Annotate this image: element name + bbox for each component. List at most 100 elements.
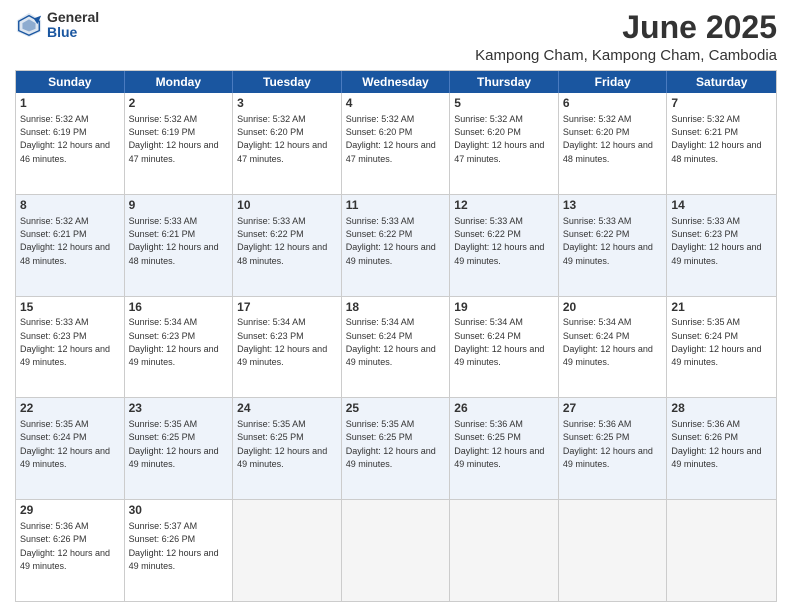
location-title: Kampong Cham, Kampong Cham, Cambodia xyxy=(475,47,777,64)
weekday-header: Tuesday xyxy=(233,71,342,93)
calendar-cell: 22 Sunrise: 5:35 AM Sunset: 6:24 PM Dayli… xyxy=(16,398,125,499)
month-title: June 2025 xyxy=(475,10,777,45)
weekday-header: Thursday xyxy=(450,71,559,93)
logo-icon xyxy=(15,11,43,39)
cell-info: Sunrise: 5:35 AM Sunset: 6:25 PM Dayligh… xyxy=(129,419,219,469)
day-number: 25 xyxy=(346,401,446,417)
cell-info: Sunrise: 5:32 AM Sunset: 6:20 PM Dayligh… xyxy=(346,114,436,164)
cell-info: Sunrise: 5:32 AM Sunset: 6:20 PM Dayligh… xyxy=(237,114,327,164)
calendar-cell: 19Sunrise: 5:34 AM Sunset: 6:24 PM Dayli… xyxy=(450,297,559,398)
calendar-cell: 20Sunrise: 5:34 AM Sunset: 6:24 PM Dayli… xyxy=(559,297,668,398)
calendar: SundayMondayTuesdayWednesdayThursdayFrid… xyxy=(15,70,777,602)
day-number: 11 xyxy=(346,198,446,214)
day-number: 17 xyxy=(237,300,337,316)
calendar-cell: 14 Sunrise: 5:33 AM Sunset: 6:23 PM Dayli… xyxy=(667,195,776,296)
calendar-cell: 17Sunrise: 5:34 AM Sunset: 6:23 PM Dayli… xyxy=(233,297,342,398)
day-number: 3 xyxy=(237,96,337,112)
day-number: 27 xyxy=(563,401,663,417)
logo-general-text: General xyxy=(47,10,99,25)
calendar-cell: 24Sunrise: 5:35 AM Sunset: 6:25 PM Dayli… xyxy=(233,398,342,499)
calendar-cell: 30 Sunrise: 5:37 AM Sunset: 6:26 PM Dayli… xyxy=(125,500,234,601)
calendar-cell: 8 Sunrise: 5:32 AM Sunset: 6:21 PM Daylig… xyxy=(16,195,125,296)
calendar-cell: 27Sunrise: 5:36 AM Sunset: 6:25 PM Dayli… xyxy=(559,398,668,499)
day-number: 8 xyxy=(20,198,120,214)
day-number: 15 xyxy=(20,300,120,316)
calendar-body: 1 Sunrise: 5:32 AM Sunset: 6:19 PM Daylig… xyxy=(16,93,776,601)
cell-info: Sunrise: 5:34 AM Sunset: 6:23 PM Dayligh… xyxy=(129,317,219,367)
cell-info: Sunrise: 5:36 AM Sunset: 6:26 PM Dayligh… xyxy=(671,419,761,469)
day-number: 5 xyxy=(454,96,554,112)
cell-info: Sunrise: 5:32 AM Sunset: 6:19 PM Dayligh… xyxy=(20,114,110,164)
calendar-cell: 7 Sunrise: 5:32 AM Sunset: 6:21 PM Daylig… xyxy=(667,93,776,194)
calendar-cell xyxy=(233,500,342,601)
calendar-cell: 15Sunrise: 5:33 AM Sunset: 6:23 PM Dayli… xyxy=(16,297,125,398)
calendar-cell xyxy=(342,500,451,601)
day-number: 20 xyxy=(563,300,663,316)
cell-info: Sunrise: 5:32 AM Sunset: 6:19 PM Dayligh… xyxy=(129,114,219,164)
calendar-header: SundayMondayTuesdayWednesdayThursdayFrid… xyxy=(16,71,776,93)
cell-info: Sunrise: 5:37 AM Sunset: 6:26 PM Dayligh… xyxy=(129,521,219,571)
cell-info: Sunrise: 5:34 AM Sunset: 6:24 PM Dayligh… xyxy=(346,317,436,367)
cell-info: Sunrise: 5:32 AM Sunset: 6:21 PM Dayligh… xyxy=(671,114,761,164)
title-block: June 2025 Kampong Cham, Kampong Cham, Ca… xyxy=(475,10,777,64)
cell-info: Sunrise: 5:33 AM Sunset: 6:22 PM Dayligh… xyxy=(237,216,327,266)
calendar-cell: 5Sunrise: 5:32 AM Sunset: 6:20 PM Daylig… xyxy=(450,93,559,194)
calendar-cell: 16Sunrise: 5:34 AM Sunset: 6:23 PM Dayli… xyxy=(125,297,234,398)
cell-info: Sunrise: 5:33 AM Sunset: 6:23 PM Dayligh… xyxy=(671,216,761,266)
calendar-row: 1 Sunrise: 5:32 AM Sunset: 6:19 PM Daylig… xyxy=(16,93,776,195)
weekday-header: Sunday xyxy=(16,71,125,93)
day-number: 9 xyxy=(129,198,229,214)
header: General Blue June 2025 Kampong Cham, Kam… xyxy=(15,10,777,64)
day-number: 14 xyxy=(671,198,772,214)
day-number: 2 xyxy=(129,96,229,112)
cell-info: Sunrise: 5:33 AM Sunset: 6:23 PM Dayligh… xyxy=(20,317,110,367)
cell-info: Sunrise: 5:32 AM Sunset: 6:21 PM Dayligh… xyxy=(20,216,110,266)
calendar-cell: 26 Sunrise: 5:36 AM Sunset: 6:25 PM Dayli… xyxy=(450,398,559,499)
calendar-cell: 21Sunrise: 5:35 AM Sunset: 6:24 PM Dayli… xyxy=(667,297,776,398)
cell-info: Sunrise: 5:36 AM Sunset: 6:25 PM Dayligh… xyxy=(454,419,544,469)
day-number: 7 xyxy=(671,96,772,112)
cell-info: Sunrise: 5:36 AM Sunset: 6:26 PM Dayligh… xyxy=(20,521,110,571)
calendar-cell: 23Sunrise: 5:35 AM Sunset: 6:25 PM Dayli… xyxy=(125,398,234,499)
calendar-cell xyxy=(559,500,668,601)
calendar-cell: 2 Sunrise: 5:32 AM Sunset: 6:19 PM Daylig… xyxy=(125,93,234,194)
day-number: 21 xyxy=(671,300,772,316)
day-number: 28 xyxy=(671,401,772,417)
day-number: 22 xyxy=(20,401,120,417)
cell-info: Sunrise: 5:32 AM Sunset: 6:20 PM Dayligh… xyxy=(563,114,653,164)
day-number: 12 xyxy=(454,198,554,214)
calendar-cell: 1 Sunrise: 5:32 AM Sunset: 6:19 PM Daylig… xyxy=(16,93,125,194)
logo: General Blue xyxy=(15,10,99,41)
weekday-header: Saturday xyxy=(667,71,776,93)
calendar-cell: 10Sunrise: 5:33 AM Sunset: 6:22 PM Dayli… xyxy=(233,195,342,296)
calendar-row: 22 Sunrise: 5:35 AM Sunset: 6:24 PM Dayli… xyxy=(16,398,776,500)
calendar-cell xyxy=(667,500,776,601)
weekday-header: Monday xyxy=(125,71,234,93)
weekday-header: Friday xyxy=(559,71,668,93)
cell-info: Sunrise: 5:33 AM Sunset: 6:22 PM Dayligh… xyxy=(346,216,436,266)
cell-info: Sunrise: 5:35 AM Sunset: 6:24 PM Dayligh… xyxy=(20,419,110,469)
cell-info: Sunrise: 5:34 AM Sunset: 6:24 PM Dayligh… xyxy=(563,317,653,367)
cell-info: Sunrise: 5:33 AM Sunset: 6:22 PM Dayligh… xyxy=(563,216,653,266)
calendar-row: 8 Sunrise: 5:32 AM Sunset: 6:21 PM Daylig… xyxy=(16,195,776,297)
day-number: 26 xyxy=(454,401,554,417)
logo-text: General Blue xyxy=(47,10,99,41)
weekday-header: Wednesday xyxy=(342,71,451,93)
cell-info: Sunrise: 5:34 AM Sunset: 6:23 PM Dayligh… xyxy=(237,317,327,367)
day-number: 19 xyxy=(454,300,554,316)
calendar-cell: 3 Sunrise: 5:32 AM Sunset: 6:20 PM Daylig… xyxy=(233,93,342,194)
calendar-cell: 29 Sunrise: 5:36 AM Sunset: 6:26 PM Dayli… xyxy=(16,500,125,601)
cell-info: Sunrise: 5:35 AM Sunset: 6:25 PM Dayligh… xyxy=(237,419,327,469)
day-number: 16 xyxy=(129,300,229,316)
calendar-cell: 18Sunrise: 5:34 AM Sunset: 6:24 PM Dayli… xyxy=(342,297,451,398)
calendar-cell xyxy=(450,500,559,601)
cell-info: Sunrise: 5:33 AM Sunset: 6:22 PM Dayligh… xyxy=(454,216,544,266)
day-number: 18 xyxy=(346,300,446,316)
day-number: 1 xyxy=(20,96,120,112)
cell-info: Sunrise: 5:35 AM Sunset: 6:24 PM Dayligh… xyxy=(671,317,761,367)
day-number: 4 xyxy=(346,96,446,112)
calendar-row: 29 Sunrise: 5:36 AM Sunset: 6:26 PM Dayli… xyxy=(16,500,776,601)
day-number: 29 xyxy=(20,503,120,519)
day-number: 30 xyxy=(129,503,229,519)
calendar-cell: 6Sunrise: 5:32 AM Sunset: 6:20 PM Daylig… xyxy=(559,93,668,194)
